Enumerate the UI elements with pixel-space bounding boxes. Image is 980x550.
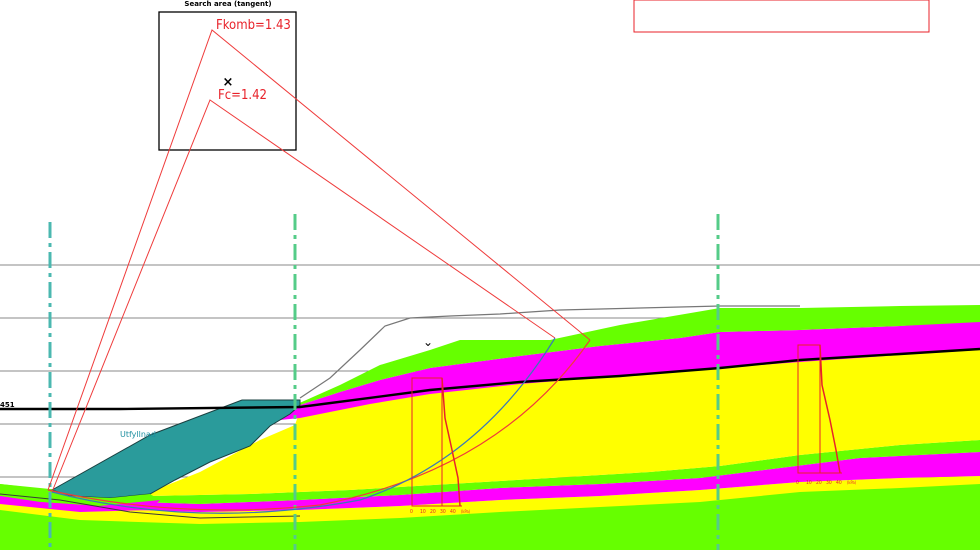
- profile-scale-0: 0: [410, 509, 413, 515]
- profile-scale-2: 20: [816, 480, 822, 486]
- chevron-down-icon: ⌄: [423, 335, 433, 349]
- cross-section-drawing: Search area (tangent) × Fkomb=1.43 Fc=1.…: [0, 0, 980, 550]
- profile-scale-0: 0: [796, 480, 799, 486]
- profile-unit: (kPa): [461, 509, 471, 514]
- fkomb-label: Fkomb=1.43: [216, 18, 291, 33]
- profile-scale-4: 40: [836, 480, 842, 486]
- profile-unit: (kPa): [847, 480, 857, 485]
- profile-scale-4: 40: [450, 509, 456, 515]
- profile-scale-3: 30: [440, 509, 446, 515]
- profile-scale-2: 20: [430, 509, 436, 515]
- slope-stability-canvas: Search area (tangent) × Fkomb=1.43 Fc=1.…: [0, 0, 980, 550]
- search-area-title: Search area (tangent): [184, 0, 271, 8]
- result-legend-box: [633, 0, 930, 33]
- profile-scale-3: 30: [826, 480, 832, 486]
- fill-layer-label: Utfyllnad: [120, 430, 156, 439]
- level-marker-label: 451: [0, 401, 15, 409]
- profile-scale-1: 10: [420, 509, 426, 515]
- profile-scale-1: 10: [806, 480, 812, 486]
- fc-label: Fc=1.42: [218, 88, 267, 103]
